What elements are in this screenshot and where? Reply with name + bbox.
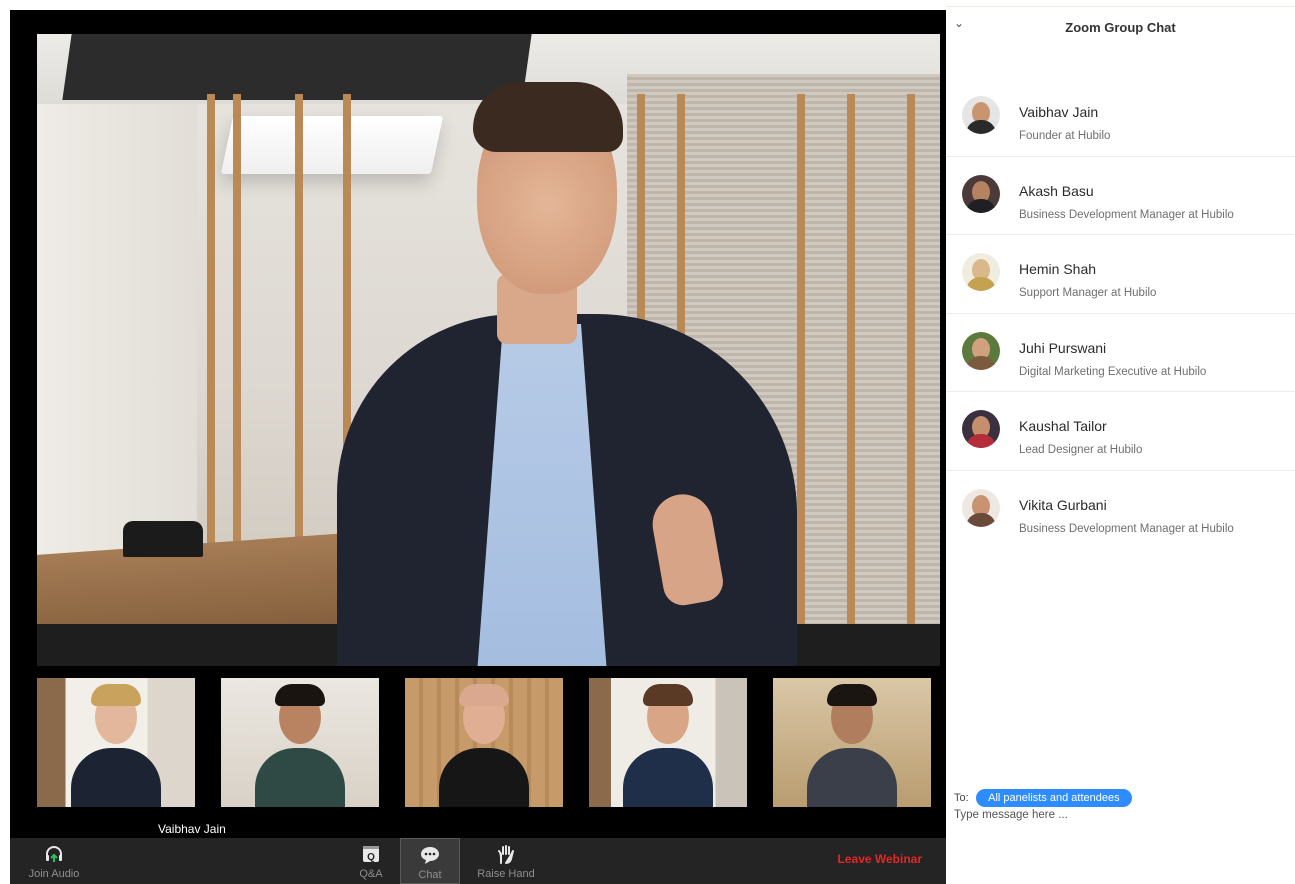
leave-webinar-button[interactable]: Leave Webinar	[838, 852, 922, 866]
attendee-role: Lead Designer at Hubilo	[1019, 444, 1143, 456]
attendee-name: Juhi Purswani	[1019, 339, 1107, 356]
participant-thumbnail[interactable]	[773, 678, 931, 807]
raise-hand-label: Raise Hand	[477, 868, 535, 880]
thumbnail-caption: Vaibhav Jain	[158, 822, 226, 836]
participant-thumbnail[interactable]	[405, 678, 563, 807]
video-area: Vaibhav Jain Join Audio Q Q&A Chat Raise…	[10, 10, 946, 884]
webinar-app: Vaibhav Jain Join Audio Q Q&A Chat Raise…	[0, 0, 1295, 884]
attendee-role: Business Development Manager at Hubilo	[1019, 522, 1234, 535]
participant-thumbnail-strip	[37, 678, 940, 808]
attendee-item[interactable]: Hemin Shah Support Manager at Hubilo	[946, 235, 1295, 314]
attendee-role: Digital Marketing Executive at Hubilo	[1019, 365, 1207, 378]
raise-hand-button[interactable]: Raise Hand	[474, 838, 538, 884]
chat-label: Chat	[418, 869, 442, 881]
attendee-name: Hemin Shah	[1019, 261, 1097, 277]
join-audio-label: Join Audio	[28, 868, 80, 880]
chat-title: Zoom Group Chat	[1065, 20, 1176, 35]
avatar-body	[966, 277, 996, 291]
join-audio-button[interactable]: Join Audio	[24, 838, 84, 884]
avatar-body	[966, 512, 996, 527]
avatar-body	[966, 355, 996, 370]
recipient-selector[interactable]: All panelists and attendees	[976, 789, 1132, 807]
headphones-icon	[43, 843, 65, 865]
presenter-hair	[473, 82, 623, 152]
presenter-figure	[327, 74, 807, 666]
meeting-toolbar: Join Audio Q Q&A Chat Raise Hand Leave W…	[10, 838, 946, 884]
svg-text:Q: Q	[367, 852, 375, 863]
attendee-item[interactable]: Akash Basu Business Development Manager …	[946, 157, 1295, 235]
avatar	[962, 488, 1000, 527]
thumbnail-person-hair	[643, 684, 693, 706]
chat-panel: ⌄ Zoom Group Chat Vaibhav Jain Founder a…	[946, 0, 1295, 884]
attendee-role: Founder at Hubilo	[1019, 130, 1111, 142]
message-input[interactable]	[954, 809, 1284, 821]
avatar	[962, 174, 1000, 213]
video-wood-slat	[847, 94, 855, 654]
qa-button[interactable]: Q Q&A	[355, 838, 387, 884]
to-label: To:	[954, 792, 969, 804]
avatar	[962, 331, 1000, 370]
attendee-item[interactable]: Vikita Gurbani Business Development Mana…	[946, 471, 1295, 550]
attendee-item[interactable]: Kaushal Tailor Lead Designer at Hubilo	[946, 392, 1295, 471]
avatar	[962, 410, 1000, 448]
attendee-name: Vikita Gurbani	[1019, 496, 1107, 513]
avatar	[962, 253, 1000, 291]
attendee-name: Vaibhav Jain	[1019, 104, 1099, 120]
thumbnail-person-hair	[827, 684, 877, 706]
chat-bubble-icon	[419, 844, 441, 866]
attendee-item[interactable]: Vaibhav Jain Founder at Hubilo	[946, 78, 1295, 157]
avatar-body	[966, 120, 996, 134]
avatar-body	[966, 434, 996, 448]
thumbnail-person-hair	[91, 684, 141, 706]
attendee-list: Vaibhav Jain Founder at Hubilo Akash Bas…	[946, 78, 1295, 549]
participant-thumbnail[interactable]	[221, 678, 379, 807]
qa-label: Q&A	[359, 868, 383, 880]
video-wood-slat	[907, 94, 915, 654]
attendee-item[interactable]: Juhi Purswani Digital Marketing Executiv…	[946, 314, 1295, 392]
avatar-body	[966, 198, 996, 213]
avatar	[962, 96, 1000, 134]
chat-button[interactable]: Chat	[400, 838, 460, 884]
participant-thumbnail[interactable]	[589, 678, 747, 807]
participant-thumbnail[interactable]	[37, 678, 195, 807]
raise-hand-icon	[495, 843, 517, 865]
main-speaker-video[interactable]	[37, 34, 940, 666]
thumbnail-person-hair	[275, 684, 325, 706]
chat-input-area: To: All panelists and attendees	[954, 788, 1289, 821]
thumbnail-person-hair	[459, 684, 509, 706]
video-chair	[123, 521, 203, 557]
qa-icon: Q	[360, 843, 382, 865]
attendee-name: Akash Basu	[1019, 182, 1094, 199]
attendee-role: Support Manager at Hubilo	[1019, 287, 1157, 299]
attendee-name: Kaushal Tailor	[1019, 418, 1107, 434]
chat-panel-top-border	[946, 6, 1295, 7]
chat-header: ⌄ Zoom Group Chat	[946, 14, 1295, 42]
attendee-role: Business Development Manager at Hubilo	[1019, 208, 1234, 221]
